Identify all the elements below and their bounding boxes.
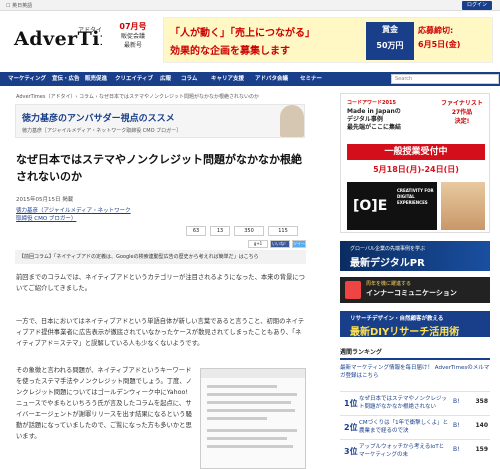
- nav-item-sales-promotion[interactable]: 販売促進: [85, 72, 107, 86]
- screenshot-line: [207, 437, 287, 440]
- banner-line1: 「人が動く」「売上につながる」: [170, 28, 315, 39]
- language-selector[interactable]: ☐ 英日英語: [6, 2, 32, 9]
- ad1-finalist: ファイナリスト 27作品 決定!: [441, 100, 483, 125]
- ranking-heading: 週間ランキング: [340, 347, 490, 360]
- series-title: 徳力基彦のアンバサダー視点のススメ: [22, 114, 175, 124]
- deadline-value: 6月5日(金): [418, 40, 461, 49]
- top-bar: ☐ 英日英語 ログイン: [0, 0, 500, 11]
- newsletter-promo-link[interactable]: 最新マーケティング情報を毎日届け！ AdverTimesのメルマガ登録はこちら: [340, 364, 490, 386]
- article-author-link[interactable]: 徳力基彦（アジャイルメディア・ネットワーク取締役 CMO ブロガー）: [16, 207, 136, 223]
- like-count[interactable]: 350: [234, 226, 264, 236]
- nav-item-adbata[interactable]: アドバタ会議: [255, 72, 288, 86]
- nav-item-career[interactable]: キャリア支援: [211, 72, 244, 86]
- series-author: 徳力基彦［アジャイルメディア・ネットワーク取締役 CMO ブロガー］: [22, 128, 182, 134]
- ranking-number: 1位: [344, 399, 358, 408]
- ad1-cube-note: CREATIVITY FOR DIGITAL EXPERIENCES: [397, 188, 434, 205]
- tweet-button[interactable]: ツイート: [292, 240, 306, 252]
- code-award-ad[interactable]: コードアワード2015 Made in Japanの デジタル事例 最先端がここ…: [340, 93, 490, 233]
- article-paragraph-3: その象徴と言われる問題が、ネイティブアドというキーワードを使ったステマ手法やノン…: [16, 367, 192, 440]
- header-banner-ad[interactable]: 「人が動く」「売上につながる」 効果的な企画を募集します 賞金 50万円 応募締…: [163, 17, 493, 63]
- article-title: なぜ日本ではステマやノンクレジット問題がなかなか根絶されないのか: [16, 153, 302, 183]
- article-date: 2015年05月15日 掲載: [16, 197, 74, 203]
- gplus-button[interactable]: g+1: [248, 240, 268, 248]
- promo-latest: 最新号: [123, 42, 142, 49]
- ad3-icon: [345, 281, 361, 299]
- ad4-main: 最新DIYリサーチ活用術: [350, 327, 460, 338]
- hatena-icon: B!: [453, 422, 460, 429]
- nav-item-pr[interactable]: 広報: [160, 72, 171, 86]
- screenshot-header: [201, 369, 305, 378]
- main-nav: マーケティング 宣伝・広告 販売促進 クリエイティブ 広報 コラム キャリア支援…: [0, 72, 500, 86]
- prize-value: 50万円: [376, 41, 404, 50]
- ad2-main: 最新デジタルPR: [350, 258, 425, 269]
- promo-issue: 07月号: [119, 22, 147, 31]
- series-header[interactable]: 徳力基彦のアンバサダー視点のススメ 徳力基彦［アジャイルメディア・ネットワーク取…: [15, 104, 305, 138]
- nav-item-creative[interactable]: クリエイティブ: [115, 72, 153, 86]
- author-photo: [280, 105, 304, 137]
- social-buttons: 63 13 350 115: [186, 220, 306, 238]
- screenshot-line: [207, 385, 277, 388]
- digital-pr-ad[interactable]: グローバル企業の先端事例を学ぶ 最新デジタルPR: [340, 241, 490, 271]
- ranking-item[interactable]: 2位 CMづくりは「1年で衝撃しくよ」と農業まで経るので決 B! 140: [340, 415, 490, 437]
- inner-communication-ad[interactable]: 周年を機に躍進する インナーコミュニケーション: [340, 277, 490, 303]
- diy-research-ad[interactable]: リサーチデザイン・自然顧客が教える 最新DIYリサーチ活用術: [340, 311, 490, 338]
- nav-item-column[interactable]: コラム: [181, 72, 197, 86]
- ad1-headline: Made in Japanの デジタル事例 最先端がここに集結: [347, 108, 402, 131]
- ad3-main: インナーコミュニケーション: [366, 289, 457, 297]
- ranking-item[interactable]: 1位 なぜ日本ではステマやノンクレジット問題がなかなか根絶されない B! 358: [340, 391, 490, 413]
- ranking-title[interactable]: CMづくりは「1年で衝撃しくよ」と農業まで経るので決: [359, 419, 449, 435]
- ad1-tag: コードアワード2015: [347, 100, 396, 106]
- banner-deadline: 応募締切: 6月5日(金): [418, 24, 460, 52]
- promo-magazine: 販促会議: [120, 33, 145, 40]
- search-input[interactable]: Search: [391, 74, 499, 84]
- ranking-title[interactable]: なぜ日本ではステマやノンクレジット問題がなかなか根絶されない: [359, 395, 449, 411]
- article-paragraph-1: 前回までのコラムでは、ネイティブアドというカテゴリーが注目されるようになった、本…: [16, 274, 305, 292]
- ranking-item[interactable]: 3位 アップルウォッチから考えるIoTとマーケティングの未 B! 159: [340, 439, 490, 461]
- banner-line2: 効果的な企画を募集します: [170, 46, 290, 57]
- ranking-number: 2位: [344, 423, 358, 432]
- banner-prize: 賞金 50万円: [366, 22, 414, 60]
- magazine-promo[interactable]: 07月号 販促会議 最新号: [102, 17, 164, 63]
- nav-item-marketing[interactable]: マーケティング: [8, 72, 46, 86]
- tweet-count[interactable]: 115: [268, 226, 298, 236]
- hatena-icon: B!: [453, 446, 460, 453]
- share-count: 13: [210, 226, 230, 236]
- screenshot-line: [207, 429, 297, 432]
- ad1-logo-block: [O]E CREATIVITY FOR DIGITAL EXPERIENCES: [347, 182, 437, 230]
- ranking-title[interactable]: アップルウォッチから考えるIoTとマーケティングの未: [359, 443, 449, 459]
- ad2-sub: グローバル企業の先端事例を学ぶ: [350, 246, 425, 252]
- site-logo-sub: アドタイ: [78, 27, 103, 34]
- article-paragraph-2: 一方で、日本においてはネイティブアドという単語自体が新しい言葉であると言うこと、…: [16, 318, 305, 347]
- nav-item-seminar[interactable]: セミナー: [300, 72, 322, 86]
- prize-label: 賞金: [382, 25, 398, 34]
- ad1-product-image: [441, 182, 485, 230]
- ad4-sub: リサーチデザイン・自然顧客が教える: [350, 316, 444, 322]
- ad1-dates: 5月18日(月)-24日(日): [347, 162, 485, 178]
- article-screenshot-image[interactable]: [200, 368, 306, 469]
- screenshot-line: [207, 417, 267, 420]
- ranking-count: 358: [475, 398, 488, 405]
- hatena-button[interactable]: 63: [186, 226, 206, 236]
- ranking-number: 3位: [344, 447, 358, 456]
- ad1-registration-bar: 一般授業受付中: [347, 144, 485, 160]
- ranking-count: 140: [475, 422, 488, 429]
- previous-column-link[interactable]: 【前回コラム】「ネイティブアドの定義は、Googleの検索連動型広告の歴史から考…: [15, 250, 306, 264]
- facebook-like-button[interactable]: いいね！: [270, 240, 290, 248]
- screenshot-line: [207, 409, 295, 412]
- ad3-sub: 周年を機に躍進する: [366, 281, 412, 287]
- deadline-label: 応募締切:: [418, 26, 454, 35]
- login-button[interactable]: ログイン: [462, 1, 492, 10]
- breadcrumb[interactable]: AdverTimes（アドタイ）› コラム › なぜ日本ではステマやノンクレジッ…: [16, 93, 259, 100]
- ranking-count: 159: [475, 446, 488, 453]
- screenshot-line: [207, 401, 291, 404]
- screenshot-line: [207, 393, 297, 396]
- hatena-icon: B!: [453, 398, 460, 405]
- screenshot-line: [207, 445, 293, 448]
- ad1-cube-text: [O]E: [353, 198, 388, 214]
- nav-item-advertising[interactable]: 宣伝・広告: [52, 72, 80, 86]
